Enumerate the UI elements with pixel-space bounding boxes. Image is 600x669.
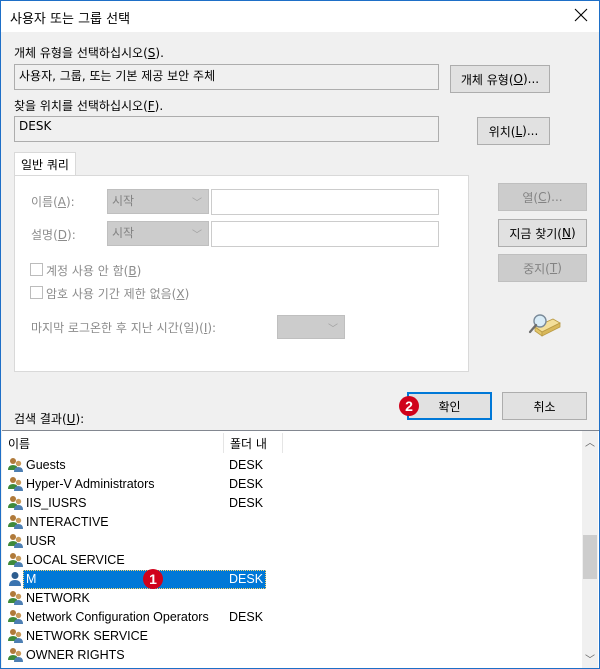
non-expiring-password-label: 암호 사용 기간 제한 없음(X) bbox=[46, 287, 190, 301]
location-label: 찾을 위치를 선택하십시오(F). bbox=[14, 99, 164, 113]
group-icon bbox=[7, 457, 24, 473]
description-label: 설명(D): bbox=[31, 228, 76, 242]
scroll-down-icon[interactable]: ﹀ bbox=[582, 651, 598, 667]
description-input[interactable] bbox=[211, 221, 439, 247]
vertical-scrollbar[interactable]: ︿ ﹀ bbox=[582, 431, 598, 668]
row-name: NETWORK bbox=[26, 591, 90, 605]
user-icon bbox=[7, 571, 24, 587]
object-type-field: 사용자, 그룹, 또는 기본 제공 보안 주체 bbox=[14, 64, 439, 90]
days-since-last-logon-dropdown[interactable]: ﹀ bbox=[277, 315, 345, 339]
row-name: NETWORK SERVICE bbox=[26, 629, 149, 643]
row-name: INTERACTIVE bbox=[26, 515, 109, 529]
group-icon bbox=[7, 495, 24, 511]
group-icon bbox=[7, 476, 24, 492]
search-results-label: 검색 결과(U): bbox=[14, 412, 85, 426]
stop-button[interactable]: 중지(T) bbox=[498, 254, 587, 282]
row-name: M bbox=[26, 572, 37, 586]
row-folder: DESK bbox=[229, 496, 264, 510]
row-name: IIS_IUSRS bbox=[26, 496, 87, 510]
row-name: IUSR bbox=[26, 534, 56, 548]
row-folder: DESK bbox=[229, 458, 264, 472]
find-now-button[interactable]: 지금 찾기(N) bbox=[498, 219, 587, 247]
disabled-accounts-label: 계정 사용 안 함(B) bbox=[46, 264, 142, 278]
annotation-badge-2: 2 bbox=[399, 396, 419, 416]
group-icon bbox=[7, 647, 24, 663]
row-folder: DESK bbox=[229, 477, 264, 491]
table-row[interactable]: NETWORK SERVICE bbox=[2, 627, 582, 646]
row-name: OWNER RIGHTS bbox=[26, 648, 125, 662]
disabled-accounts-checkbox[interactable] bbox=[30, 263, 43, 276]
table-row[interactable]: OWNER RIGHTS bbox=[2, 646, 582, 665]
group-icon bbox=[7, 552, 24, 568]
row-name: LOCAL SERVICE bbox=[26, 553, 125, 567]
name-mode-value: 시작 bbox=[112, 194, 135, 208]
table-row[interactable]: NETWORK bbox=[2, 589, 582, 608]
table-row[interactable]: Network Configuration Operators DESK bbox=[2, 608, 582, 627]
name-mode-dropdown[interactable]: 시작 ﹀ bbox=[107, 189, 209, 214]
group-icon bbox=[7, 609, 24, 625]
columns-button[interactable]: 열(C)... bbox=[498, 183, 587, 211]
days-since-last-logon-label: 마지막 로그온한 후 지난 시간(일)(I): bbox=[31, 321, 217, 335]
object-types-button[interactable]: 개체 유형(O)... bbox=[450, 65, 550, 93]
tab-common-queries[interactable]: 일반 쿼리 bbox=[14, 152, 76, 176]
annotation-badge-1: 1 bbox=[143, 569, 163, 589]
non-expiring-password-checkbox[interactable] bbox=[30, 286, 43, 299]
table-row[interactable]: IUSR bbox=[2, 532, 582, 551]
chevron-down-icon: ﹀ bbox=[192, 230, 202, 241]
location-field: DESK bbox=[14, 116, 439, 142]
chevron-down-icon: ﹀ bbox=[328, 324, 338, 335]
group-icon bbox=[7, 514, 24, 530]
cancel-button[interactable]: 취소 bbox=[502, 392, 587, 420]
group-icon bbox=[7, 590, 24, 606]
table-row[interactable]: LOCAL SERVICE bbox=[2, 551, 582, 570]
select-users-or-groups-dialog: 사용자 또는 그룹 선택 개체 유형을 선택하십시오(S). 사용자, 그룹, … bbox=[0, 0, 600, 669]
ok-button[interactable]: 확인 bbox=[407, 392, 492, 420]
search-results-list[interactable]: 이름 폴더 내 Guests DESK Hyper-V Administrators… bbox=[2, 430, 599, 668]
row-name: Network Configuration Operators bbox=[26, 610, 209, 624]
title-bar: 사용자 또는 그룹 선택 bbox=[1, 1, 599, 32]
description-mode-dropdown[interactable]: 시작 ﹀ bbox=[107, 221, 209, 246]
scroll-up-icon[interactable]: ︿ bbox=[582, 434, 598, 450]
scrollbar-thumb[interactable] bbox=[583, 535, 597, 579]
window-title: 사용자 또는 그룹 선택 bbox=[10, 12, 131, 27]
row-folder: DESK bbox=[229, 610, 264, 624]
group-icon bbox=[7, 533, 24, 549]
column-header-name[interactable]: 이름 bbox=[2, 431, 223, 453]
name-label: 이름(A): bbox=[31, 195, 75, 209]
table-row[interactable]: M DESK bbox=[2, 570, 582, 589]
table-row[interactable]: Hyper-V Administrators DESK bbox=[2, 475, 582, 494]
locations-button[interactable]: 위치(L)... bbox=[477, 117, 550, 145]
table-row[interactable]: IIS_IUSRS DESK bbox=[2, 494, 582, 513]
close-icon[interactable] bbox=[573, 7, 589, 23]
column-separator[interactable] bbox=[282, 433, 283, 453]
row-name: Guests bbox=[26, 458, 66, 472]
search-magnifier-icon bbox=[528, 314, 561, 337]
column-header-folder[interactable]: 폴더 내 bbox=[224, 431, 282, 453]
row-name: Hyper-V Administrators bbox=[26, 477, 155, 491]
description-mode-value: 시작 bbox=[112, 226, 135, 240]
table-row[interactable]: Guests DESK bbox=[2, 456, 582, 475]
group-icon bbox=[7, 628, 24, 644]
object-type-label: 개체 유형을 선택하십시오(S). bbox=[14, 46, 164, 60]
table-row[interactable]: INTERACTIVE bbox=[2, 513, 582, 532]
row-folder: DESK bbox=[229, 572, 264, 586]
chevron-down-icon: ﹀ bbox=[192, 198, 202, 209]
name-input[interactable] bbox=[211, 189, 439, 215]
